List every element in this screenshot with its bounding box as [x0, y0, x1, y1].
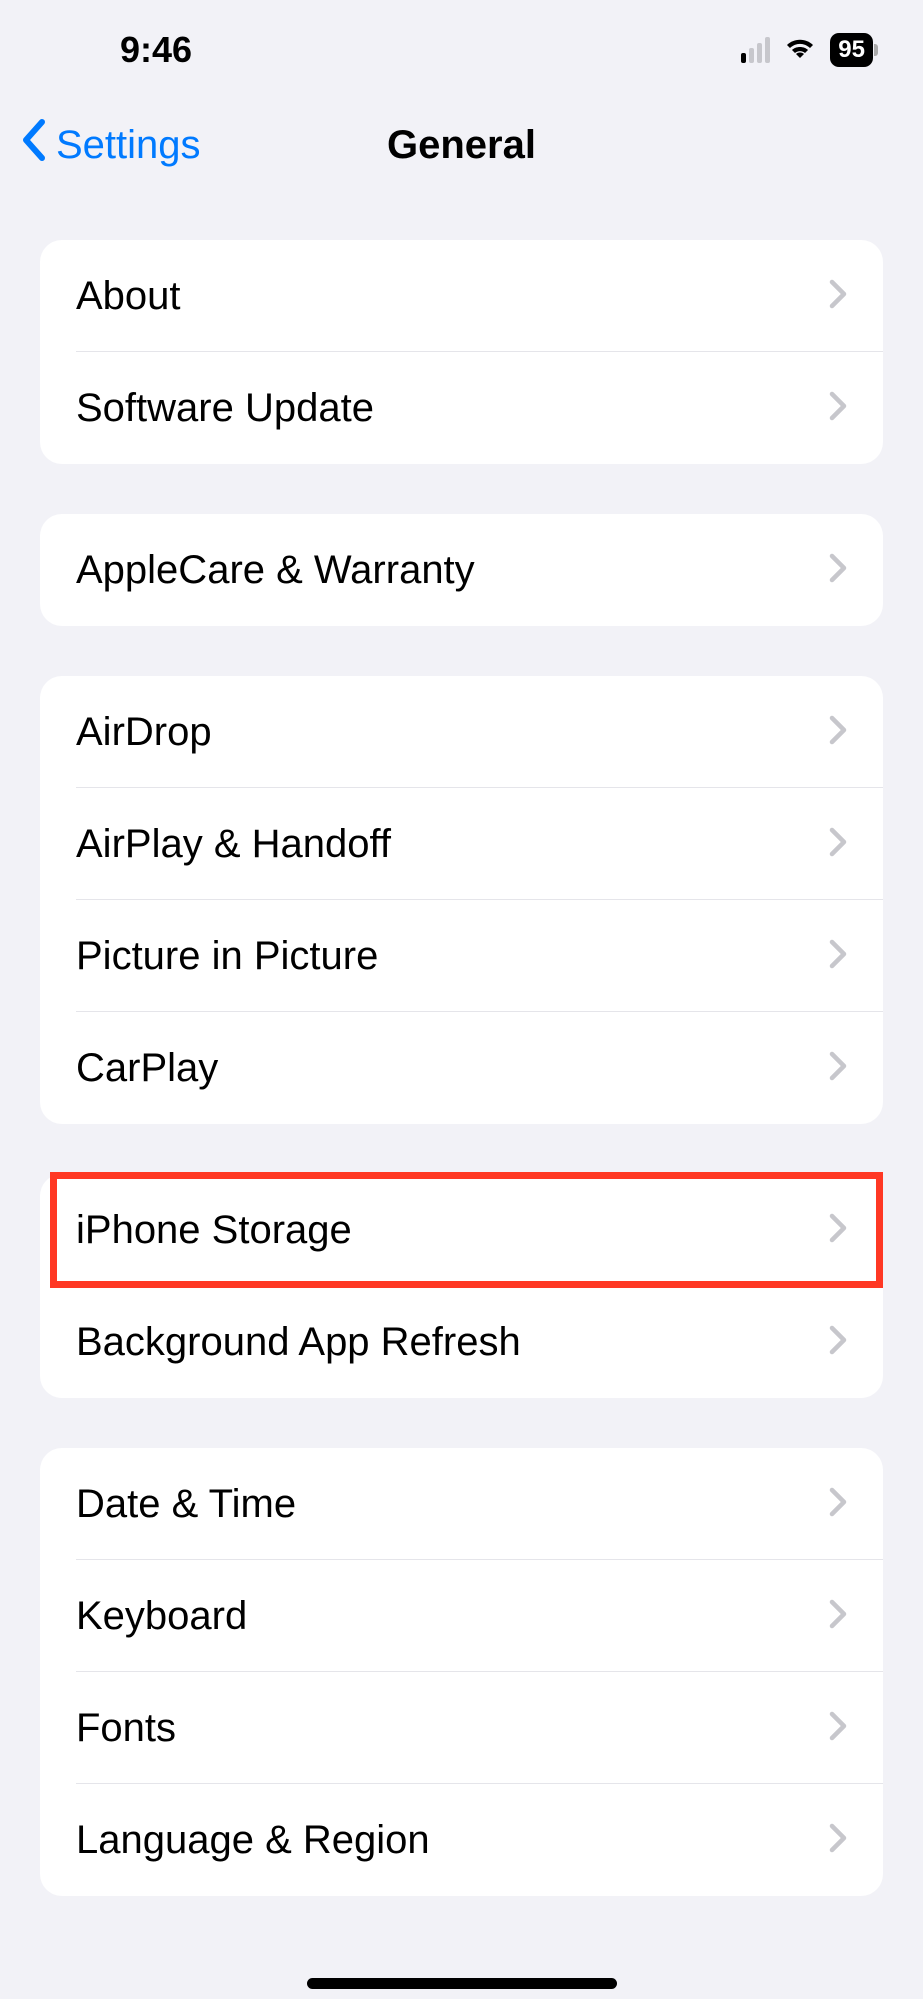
settings-group: Date & Time Keyboard Fonts Language & Regio… [40, 1448, 883, 1896]
settings-group: iPhone Storage Background App Refresh [40, 1174, 883, 1398]
row-label: Keyboard [76, 1594, 247, 1639]
row-language-region[interactable]: Language & Region [40, 1784, 883, 1896]
chevron-right-icon [829, 1599, 847, 1634]
status-bar: 9:46 95 [0, 0, 923, 100]
chevron-right-icon [829, 1325, 847, 1360]
status-right: 95 [741, 33, 873, 67]
row-label: Background App Refresh [76, 1320, 521, 1365]
row-label: About [76, 274, 181, 319]
row-date-time[interactable]: Date & Time [40, 1448, 883, 1560]
chevron-right-icon [829, 939, 847, 974]
back-label: Settings [56, 123, 201, 168]
chevron-right-icon [829, 279, 847, 314]
row-label: Date & Time [76, 1482, 296, 1527]
settings-group: About Software Update [40, 240, 883, 464]
chevron-right-icon [829, 553, 847, 588]
settings-content: About Software Update AppleCare & Warranty… [0, 240, 923, 1896]
row-keyboard[interactable]: Keyboard [40, 1560, 883, 1672]
back-button[interactable]: Settings [20, 118, 201, 172]
row-airplay-handoff[interactable]: AirPlay & Handoff [40, 788, 883, 900]
chevron-right-icon [829, 715, 847, 750]
chevron-left-icon [20, 118, 48, 172]
cellular-signal-icon [741, 37, 770, 63]
chevron-right-icon [829, 827, 847, 862]
row-carplay[interactable]: CarPlay [40, 1012, 883, 1124]
row-label: AirDrop [76, 710, 212, 755]
chevron-right-icon [829, 1487, 847, 1522]
chevron-right-icon [829, 1711, 847, 1746]
row-picture-in-picture[interactable]: Picture in Picture [40, 900, 883, 1012]
row-label: iPhone Storage [76, 1208, 352, 1253]
row-label: Software Update [76, 386, 374, 431]
row-label: CarPlay [76, 1046, 218, 1091]
chevron-right-icon [829, 391, 847, 426]
status-time: 9:46 [50, 29, 192, 71]
row-applecare-warranty[interactable]: AppleCare & Warranty [40, 514, 883, 626]
page-title: General [387, 123, 536, 168]
battery-indicator: 95 [830, 33, 873, 67]
row-about[interactable]: About [40, 240, 883, 352]
row-fonts[interactable]: Fonts [40, 1672, 883, 1784]
row-label: Language & Region [76, 1818, 430, 1863]
settings-group: AirDrop AirPlay & Handoff Picture in Pictu… [40, 676, 883, 1124]
settings-group: AppleCare & Warranty [40, 514, 883, 626]
chevron-right-icon [829, 1213, 847, 1248]
row-background-app-refresh[interactable]: Background App Refresh [40, 1286, 883, 1398]
row-label: AppleCare & Warranty [76, 548, 475, 593]
row-software-update[interactable]: Software Update [40, 352, 883, 464]
row-iphone-storage[interactable]: iPhone Storage [40, 1174, 883, 1286]
row-label: Fonts [76, 1706, 176, 1751]
row-label: AirPlay & Handoff [76, 822, 391, 867]
navigation-bar: Settings General [0, 100, 923, 190]
row-airdrop[interactable]: AirDrop [40, 676, 883, 788]
chevron-right-icon [829, 1823, 847, 1858]
home-indicator[interactable] [307, 1978, 617, 1989]
row-label: Picture in Picture [76, 934, 378, 979]
wifi-icon [782, 34, 818, 67]
chevron-right-icon [829, 1051, 847, 1086]
